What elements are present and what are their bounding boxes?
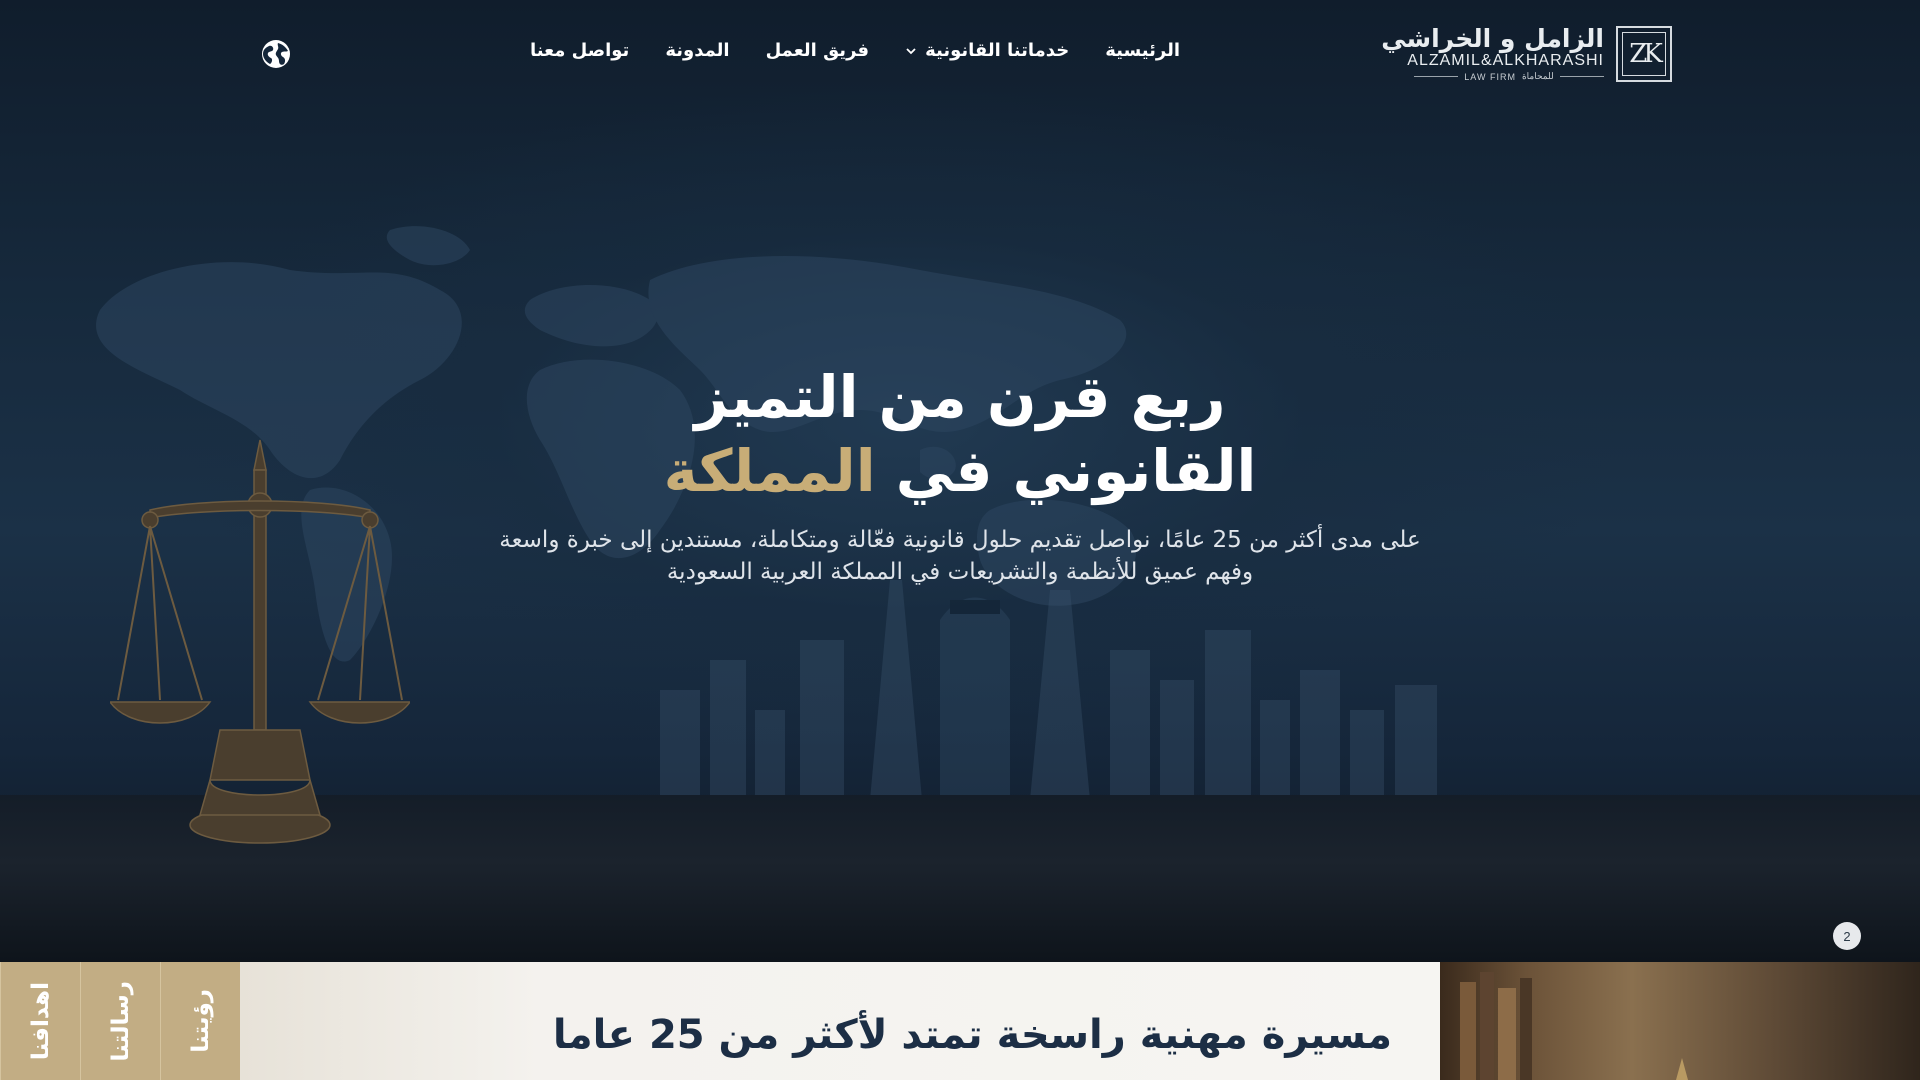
about-title: مسيرة مهنية راسخة تمتد لأكثر من 25 عاما [552,1012,1392,1058]
chevron-down-icon [906,47,916,54]
pen-on-books-image [1460,972,1688,1080]
hero-description: على مدى أكثر من 25 عامًا، نواصل تقديم حل… [460,524,1460,588]
hero-description-line1: على مدى أكثر من 25 عامًا، نواصل تقديم حل… [499,527,1421,553]
logo-name-arabic: الزامل و الخراشي [1381,24,1604,53]
skyline-image [660,580,1437,800]
site-header: ZK الزامل و الخراشي ALZAMIL&ALKHARASHI L… [0,0,1920,110]
about-panel: مسيرة مهنية راسخة تمتد لأكثر من 25 عاما [240,962,1440,1080]
hero-title-line1: ربع قرن من التميز [694,363,1226,431]
logo-name-english: ALZAMIL&ALKHARASHI [1407,52,1604,69]
logo-subtitle: LAW FIRM للمحاماة [1414,71,1604,82]
about-strip: رؤيتنا رسالتنا اهدافنا مسيرة مهنية راسخة… [0,962,1920,1080]
brand-logo[interactable]: ZK الزامل و الخراشي ALZAMIL&ALKHARASHI L… [1381,24,1672,86]
globe-icon[interactable] [260,38,292,70]
nav-item-contact[interactable]: تواصل معنا [530,40,629,61]
slide-indicator[interactable]: 2 [1833,922,1861,950]
hero-headline: ربع قرن من التميز القانوني في المملكة [0,360,1920,508]
hero-title-line2-white: القانوني في [895,437,1257,505]
hero-section: ربع قرن من التميز القانوني في المملكة عل… [0,0,1920,962]
hero-description-line2: وفهم عميق للأنظمة والتشريعات في المملكة … [666,559,1254,585]
tab-mission[interactable]: رسالتنا [80,962,160,1080]
tab-goals[interactable]: اهدافنا [0,962,80,1080]
hero-title-line2: القانوني في المملكة [0,434,1920,508]
main-nav: الرئيسية خدماتنا القانونية فريق العمل ال… [530,40,1180,61]
nav-item-blog[interactable]: المدونة [665,40,729,61]
tab-vision[interactable]: رؤيتنا [160,962,240,1080]
office-photo [1440,962,1920,1080]
logo-monogram: ZK [1616,26,1672,82]
nav-item-legal-services[interactable]: خدماتنا القانونية [905,40,1069,61]
nav-item-team[interactable]: فريق العمل [766,40,869,61]
nav-item-home[interactable]: الرئيسية [1105,40,1180,61]
hero-title-highlight: المملكة [663,437,876,505]
